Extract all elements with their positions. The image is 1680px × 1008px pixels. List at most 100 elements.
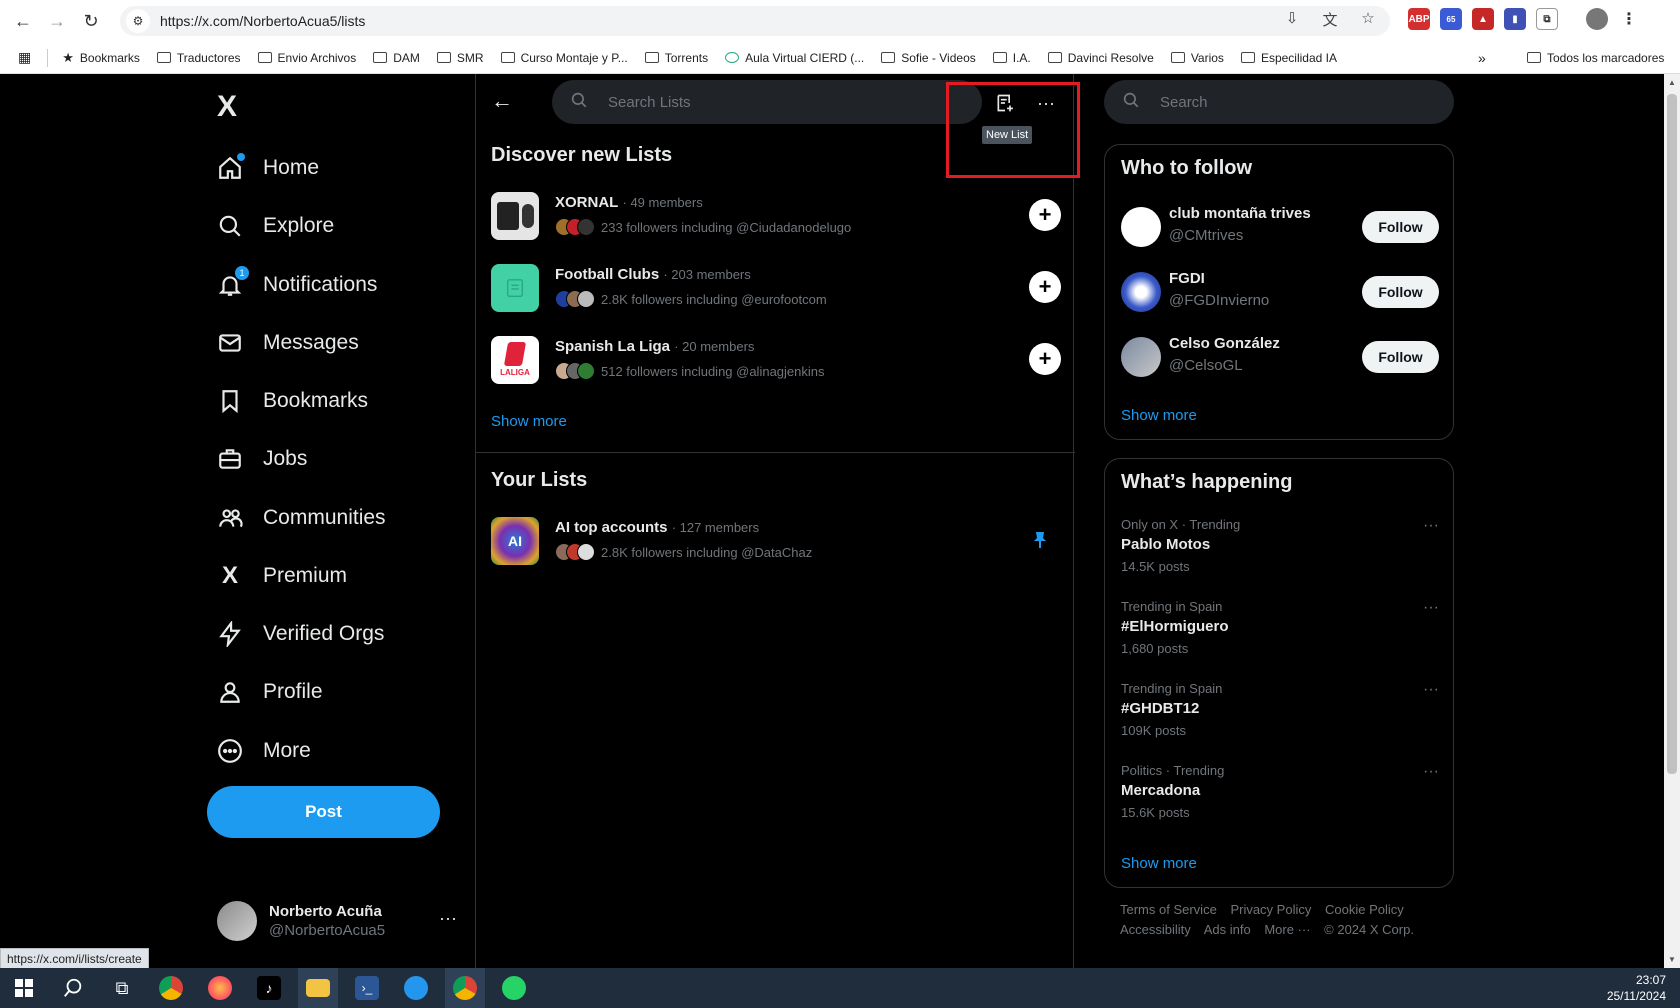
suggested-account[interactable]: Celso González @CelsoGL Follow	[1121, 333, 1439, 381]
site-settings-icon[interactable]: ⚙	[126, 9, 150, 33]
bookmark-especilidad-ia[interactable]: Especilidad IA	[1240, 51, 1337, 65]
star-icon[interactable]: ☆	[1356, 9, 1380, 30]
powershell-icon[interactable]: ›_	[347, 968, 387, 1008]
scrollbar-thumb[interactable]	[1667, 94, 1677, 774]
footer-link[interactable]: Accessibility	[1120, 922, 1191, 937]
tiktok-icon[interactable]: ♪	[249, 968, 289, 1008]
back-arrow-icon[interactable]: ←	[491, 88, 513, 114]
bookmark-all[interactable]: Todos los marcadores	[1527, 51, 1664, 65]
search-input[interactable]: Search	[1104, 80, 1454, 124]
nav-premium[interactable]: X Premium	[217, 552, 347, 600]
ellipsis-icon[interactable]: ···	[1423, 599, 1439, 617]
discover-show-more-link[interactable]: Show more	[491, 413, 567, 430]
scroll-down-arrow-icon[interactable]: ▼	[1668, 955, 1676, 964]
follow-list-button[interactable]: +	[1029, 199, 1061, 231]
nav-home[interactable]: Home	[217, 144, 319, 192]
search-lists-input[interactable]: Search Lists	[552, 80, 982, 124]
nav-notifications[interactable]: 1 Notifications	[217, 261, 377, 309]
account-switcher[interactable]: Norberto Acuña @NorbertoAcua5 ···	[217, 896, 457, 946]
footer-link[interactable]: Privacy Policy	[1230, 902, 1311, 917]
trend-item[interactable]: Trending in Spain #ElHormiguero 1,680 po…	[1121, 599, 1439, 669]
bookmark-varios[interactable]: Varios	[1170, 51, 1224, 65]
follow-button[interactable]: Follow	[1362, 211, 1439, 243]
chevron-double-right-icon[interactable]: »	[1478, 50, 1486, 66]
trend-item[interactable]: Only on X · Trending Pablo Motos 14.5K p…	[1121, 517, 1439, 587]
ellipsis-icon[interactable]: ···	[1423, 517, 1439, 535]
list-item[interactable]: AI AI top accounts · 127 members 2.8K fo…	[491, 517, 1061, 573]
file-explorer-icon[interactable]	[298, 968, 338, 1008]
bookmark-dam[interactable]: DAM	[373, 51, 420, 65]
bookmark-davinci[interactable]: Davinci Resolve	[1047, 51, 1154, 65]
page-scrollbar[interactable]: ▲ ▼	[1664, 74, 1680, 968]
extensions-puzzle-icon[interactable]: ⧉	[1536, 8, 1558, 30]
bookmark-curso-montaje[interactable]: Curso Montaje y P...	[500, 51, 628, 65]
whats-happening-title: What’s happening	[1121, 471, 1293, 493]
reload-icon[interactable]: ↻	[74, 4, 108, 38]
bookmark-bookmarks[interactable]: ★ Bookmarks	[62, 50, 140, 66]
search-icon[interactable]	[53, 968, 93, 1008]
bookmark-extension-icon[interactable]: ▮	[1504, 8, 1526, 30]
ellipsis-icon[interactable]: ···	[1423, 763, 1439, 781]
extension-badge-icon[interactable]: 65	[1440, 8, 1462, 30]
apps-grid-icon[interactable]: ▦	[18, 49, 31, 66]
nav-explore[interactable]: Explore	[217, 202, 334, 250]
system-clock[interactable]: 23:07 25/11/2024	[1607, 972, 1666, 1004]
suggested-account[interactable]: FGDI @FGDInvierno Follow	[1121, 268, 1439, 316]
bookmark-ia[interactable]: I.A.	[992, 51, 1031, 65]
trend-item[interactable]: Politics · Trending Mercadona 15.6K post…	[1121, 763, 1439, 833]
follow-button[interactable]: Follow	[1362, 341, 1439, 373]
address-bar[interactable]: ⚙ https://x.com/NorbertoAcua5/lists ⇩ 文 …	[120, 6, 1390, 36]
ellipsis-icon[interactable]: ···	[439, 908, 457, 929]
bookmark-traductores[interactable]: Traductores	[156, 51, 241, 65]
follow-button[interactable]: Follow	[1362, 276, 1439, 308]
bookmark-aula-virtual[interactable]: Aula Virtual CIERD (...	[725, 51, 864, 65]
nav-verified-orgs[interactable]: Verified Orgs	[217, 610, 384, 658]
nav-more[interactable]: More	[217, 727, 311, 775]
docker-icon[interactable]	[396, 968, 436, 1008]
follow-list-button[interactable]: +	[1029, 343, 1061, 375]
follow-list-button[interactable]: +	[1029, 271, 1061, 303]
suggested-account[interactable]: club montaña trives @CMtrives Follow	[1121, 203, 1439, 251]
follower-avatars	[555, 290, 595, 308]
pdf-extension-icon[interactable]: ▲	[1472, 8, 1494, 30]
nav-bookmarks[interactable]: Bookmarks	[217, 377, 368, 425]
scroll-up-arrow-icon[interactable]: ▲	[1668, 78, 1676, 87]
post-button[interactable]: Post	[207, 786, 440, 838]
adblock-extension-icon[interactable]: ABP	[1408, 8, 1430, 30]
whatsapp-icon[interactable]	[494, 968, 534, 1008]
pin-icon[interactable]	[1029, 529, 1051, 551]
nav-messages[interactable]: Messages	[217, 319, 359, 367]
list-item[interactable]: LALIGA Spanish La Liga · 20 members 512 …	[491, 336, 1061, 392]
nav-communities[interactable]: Communities	[217, 494, 386, 542]
chrome-profile-icon[interactable]	[445, 968, 485, 1008]
forward-arrow-icon[interactable]: →	[40, 4, 74, 38]
chrome-icon[interactable]	[151, 968, 191, 1008]
bookmark-smr[interactable]: SMR	[436, 51, 484, 65]
list-item[interactable]: Football Clubs · 203 members 2.8K follow…	[491, 264, 1061, 320]
nav-jobs[interactable]: Jobs	[217, 435, 307, 483]
ellipsis-icon[interactable]: ···	[1423, 681, 1439, 699]
footer-link[interactable]: Ads info	[1204, 922, 1251, 937]
bookmark-sofie-videos[interactable]: Sofie - Videos	[881, 51, 976, 65]
footer-link[interactable]: More ···	[1264, 922, 1310, 937]
install-app-icon[interactable]: ⇩	[1280, 9, 1304, 30]
back-arrow-icon[interactable]: ←	[6, 4, 40, 38]
nav-profile[interactable]: Profile	[217, 668, 323, 716]
profile-avatar-icon[interactable]	[1586, 8, 1608, 30]
whats-happening-show-more-link[interactable]: Show more	[1121, 855, 1197, 872]
footer-link[interactable]: Cookie Policy	[1325, 902, 1404, 917]
windows-start-icon[interactable]	[4, 968, 44, 1008]
x-logo[interactable]: X	[217, 90, 237, 124]
trend-item[interactable]: Trending in Spain #GHDBT12 109K posts ··…	[1121, 681, 1439, 751]
firefox-icon[interactable]	[200, 968, 240, 1008]
bookmark-torrents[interactable]: Torrents	[644, 51, 708, 65]
footer-link[interactable]: Terms of Service	[1120, 902, 1217, 917]
list-item[interactable]: XORNAL · 49 members 233 followers includ…	[491, 192, 1061, 248]
browser-menu-icon[interactable]: ⋮	[1618, 8, 1640, 30]
url-text[interactable]: https://x.com/NorbertoAcua5/lists	[160, 13, 365, 29]
who-to-follow-show-more-link[interactable]: Show more	[1121, 407, 1197, 424]
translate-icon[interactable]: 文	[1318, 9, 1342, 30]
task-view-icon[interactable]: ⧉	[102, 968, 142, 1008]
bookmark-envio-archivos[interactable]: Envio Archivos	[257, 51, 356, 65]
folder-icon	[644, 52, 659, 63]
